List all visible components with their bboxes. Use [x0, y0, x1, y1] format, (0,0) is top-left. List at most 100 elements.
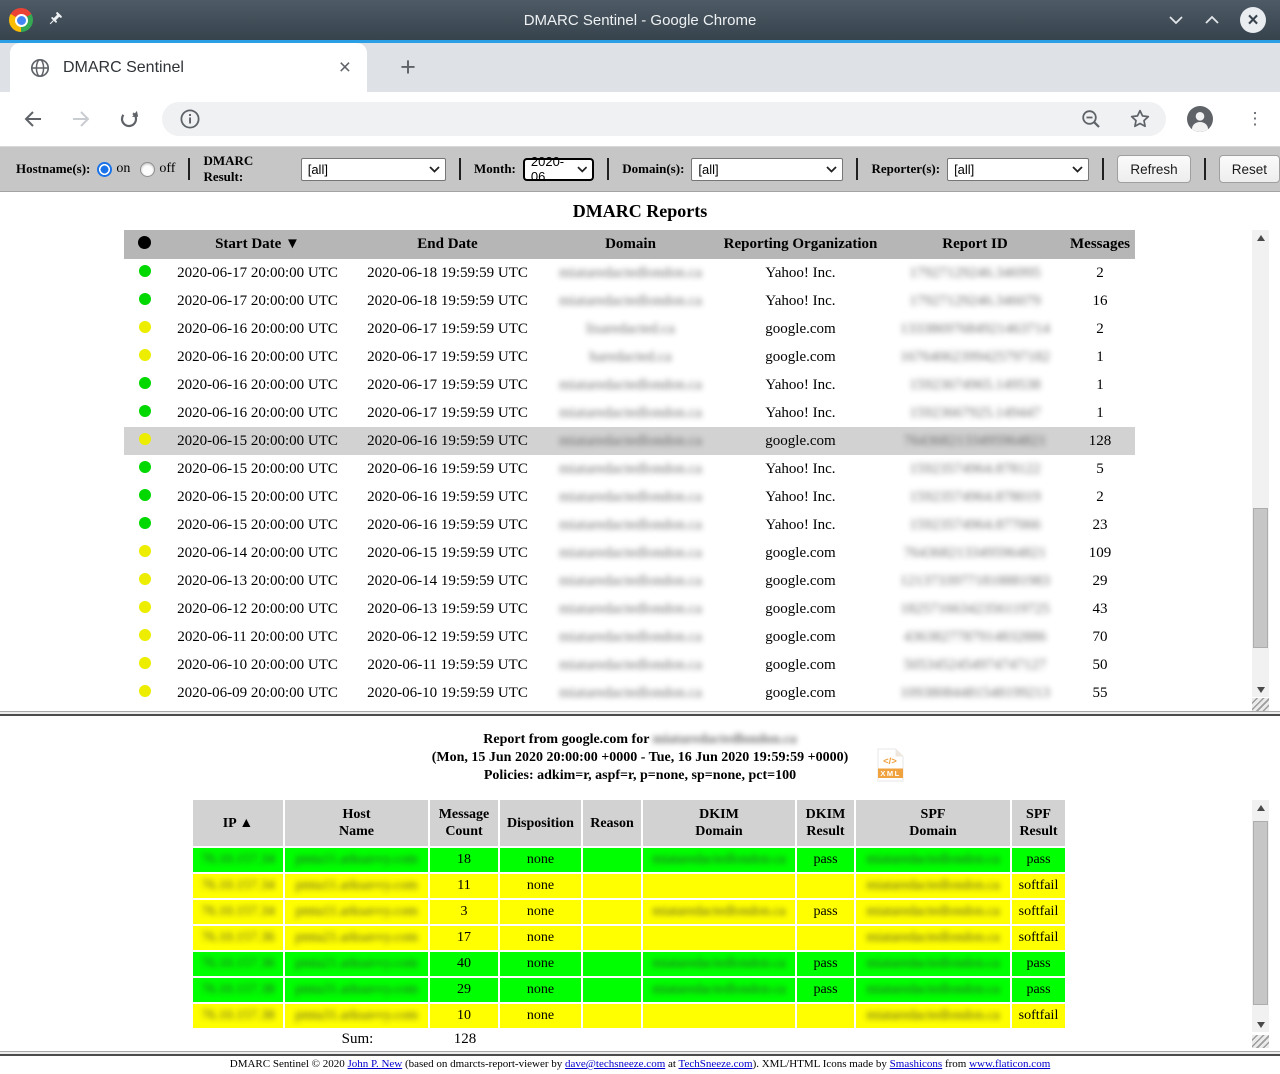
hostname-off-radio[interactable]: [140, 162, 155, 177]
column-header[interactable]: Messages: [1070, 236, 1130, 253]
xml-file-icon[interactable]: </> XML: [877, 748, 904, 782]
cell-message-count: 3: [430, 898, 500, 924]
column-header[interactable]: End Date: [417, 236, 477, 253]
column-header[interactable]: Start Date ▼: [215, 236, 300, 253]
bookmark-star-icon[interactable]: [1128, 107, 1152, 131]
report-row[interactable]: 2020-06-16 20:00:00 UTC2020-06-17 19:59:…: [124, 343, 1135, 371]
detail-heading-line1: Report from google.com for miataredacted…: [0, 731, 1280, 749]
column-header[interactable]: Report ID: [942, 236, 1007, 253]
detail-column-header[interactable]: DKIM Domain: [643, 800, 797, 846]
cell-disposition: none: [500, 1002, 583, 1028]
tab-dmarc-sentinel[interactable]: DMARC Sentinel ×: [10, 43, 367, 92]
back-button[interactable]: [14, 100, 52, 138]
column-header-status[interactable]: [138, 236, 151, 254]
column-header[interactable]: Reporting Organization: [724, 236, 878, 253]
detail-scrollbar[interactable]: [1252, 800, 1269, 1032]
cell-dkim-domain-redacted-text: miataredactedlondon.ca: [652, 852, 785, 868]
detail-row: 76.10.157.38pmta31.arksavvy.com10nonemia…: [193, 1002, 1065, 1028]
dmarc-result-select[interactable]: [all]: [301, 158, 446, 181]
hostname-on-radio[interactable]: [97, 162, 112, 177]
frame-resize-grip[interactable]: [1252, 698, 1269, 711]
forward-button[interactable]: [62, 100, 100, 138]
report-row[interactable]: 2020-06-10 20:00:00 UTC2020-06-11 19:59:…: [124, 651, 1135, 679]
cell-message-count: 10: [430, 1002, 500, 1028]
footer-link[interactable]: www.flaticon.com: [969, 1058, 1050, 1070]
reports-rows: 2020-06-17 20:00:00 UTC2020-06-18 19:59:…: [124, 259, 1135, 707]
cell-disposition: none: [500, 846, 583, 872]
profile-avatar-icon[interactable]: [1186, 105, 1214, 133]
cell-hostname-redacted: pmta11.arksavvy.com: [285, 846, 430, 872]
domains-select[interactable]: [all]: [691, 158, 843, 181]
report-row[interactable]: 2020-06-15 20:00:00 UTC2020-06-16 19:59:…: [124, 455, 1135, 483]
detail-column-header[interactable]: IP ▲: [193, 800, 285, 846]
scroll-up-button[interactable]: [1252, 800, 1269, 815]
domains-label: Domain(s):: [622, 161, 684, 177]
cell-end-date: 2020-06-17 19:59:59 UTC: [367, 377, 528, 394]
close-window-button[interactable]: ×: [1240, 7, 1266, 33]
report-row[interactable]: 2020-06-17 20:00:00 UTC2020-06-18 19:59:…: [124, 259, 1135, 287]
reporters-select[interactable]: [all]: [947, 158, 1089, 181]
reset-button[interactable]: Reset: [1219, 155, 1280, 183]
svg-text:XML: XML: [880, 769, 900, 778]
detail-column-header[interactable]: SPF Domain: [856, 800, 1012, 846]
footer-link[interactable]: John P. New: [348, 1058, 403, 1070]
footer-link[interactable]: Smashicons: [890, 1058, 943, 1070]
new-tab-button[interactable]: +: [390, 49, 426, 85]
scroll-down-button[interactable]: [1252, 1017, 1269, 1032]
report-row[interactable]: 2020-06-15 20:00:00 UTC2020-06-16 19:59:…: [124, 427, 1135, 455]
cell-domain-redacted: miataredactedlondon.ca: [559, 517, 702, 534]
minimize-icon[interactable]: [1168, 15, 1184, 25]
month-select[interactable]: 2020-06: [523, 158, 594, 181]
footer-link[interactable]: TechSneeze.com: [679, 1058, 753, 1070]
cell-reporting-org: google.com: [765, 321, 835, 338]
report-row[interactable]: 2020-06-16 20:00:00 UTC2020-06-17 19:59:…: [124, 315, 1135, 343]
detail-column-header[interactable]: Host Name: [285, 800, 430, 846]
frame-resize-grip[interactable]: [1252, 1035, 1269, 1048]
hostname-off-label[interactable]: off: [159, 161, 175, 177]
cell-ip-redacted-text: 76.10.157.34: [201, 878, 275, 894]
month-value: 2020-06: [531, 154, 577, 184]
report-row[interactable]: 2020-06-13 20:00:00 UTC2020-06-14 19:59:…: [124, 567, 1135, 595]
page-info-icon[interactable]: [178, 107, 202, 131]
report-row[interactable]: 2020-06-16 20:00:00 UTC2020-06-17 19:59:…: [124, 399, 1135, 427]
scroll-down-button[interactable]: [1252, 682, 1269, 697]
cell-report-id-redacted: 15923574964.877066: [909, 517, 1040, 534]
detail-table: IP ▲Host NameMessage CountDispositionRea…: [193, 800, 1065, 1051]
detail-column-header[interactable]: Message Count: [430, 800, 500, 846]
cell-start-date: 2020-06-15 20:00:00 UTC: [177, 517, 338, 534]
scrollbar-thumb[interactable]: [1253, 508, 1268, 648]
reload-button[interactable]: [110, 100, 148, 138]
detail-column-header[interactable]: DKIM Result: [797, 800, 856, 846]
reports-scrollbar[interactable]: [1252, 230, 1269, 697]
tab-close-icon[interactable]: ×: [339, 57, 351, 78]
scroll-up-button[interactable]: [1252, 230, 1269, 245]
maximize-icon[interactable]: [1204, 15, 1220, 25]
scrollbar-thumb[interactable]: [1253, 821, 1268, 1005]
status-dot-cell: [139, 489, 151, 506]
hostname-on-label[interactable]: on: [116, 161, 130, 177]
column-header[interactable]: Domain: [605, 236, 656, 253]
detail-column-header[interactable]: Reason: [583, 800, 643, 846]
detail-header-row: IP ▲Host NameMessage CountDispositionRea…: [193, 800, 1065, 846]
status-dot-cell: [139, 657, 151, 674]
report-row[interactable]: 2020-06-12 20:00:00 UTC2020-06-13 19:59:…: [124, 595, 1135, 623]
report-row[interactable]: 2020-06-14 20:00:00 UTC2020-06-15 19:59:…: [124, 539, 1135, 567]
cell-start-date: 2020-06-15 20:00:00 UTC: [177, 461, 338, 478]
report-row[interactable]: 2020-06-15 20:00:00 UTC2020-06-16 19:59:…: [124, 483, 1135, 511]
refresh-button[interactable]: Refresh: [1117, 155, 1190, 183]
cell-spf-domain-redacted: miataredactedlondon.ca: [856, 846, 1012, 872]
report-row[interactable]: 2020-06-15 20:00:00 UTC2020-06-16 19:59:…: [124, 511, 1135, 539]
footer-link[interactable]: dave@techsneeze.com: [565, 1058, 665, 1070]
address-bar[interactable]: [162, 102, 1166, 136]
cell-reporting-org: google.com: [765, 573, 835, 590]
report-row[interactable]: 2020-06-09 20:00:00 UTC2020-06-10 19:59:…: [124, 679, 1135, 707]
report-row[interactable]: 2020-06-16 20:00:00 UTC2020-06-17 19:59:…: [124, 371, 1135, 399]
report-row[interactable]: 2020-06-11 20:00:00 UTC2020-06-12 19:59:…: [124, 623, 1135, 651]
tab-strip: DMARC Sentinel × +: [0, 40, 1280, 92]
browser-menu-icon[interactable]: ⋮: [1240, 100, 1270, 138]
detail-column-header[interactable]: Disposition: [500, 800, 583, 846]
zoom-out-icon[interactable]: [1079, 107, 1103, 131]
report-row[interactable]: 2020-06-17 20:00:00 UTC2020-06-18 19:59:…: [124, 287, 1135, 315]
cell-report-id-redacted: 13338697684921463714: [900, 321, 1050, 338]
detail-column-header[interactable]: SPF Result: [1012, 800, 1065, 846]
